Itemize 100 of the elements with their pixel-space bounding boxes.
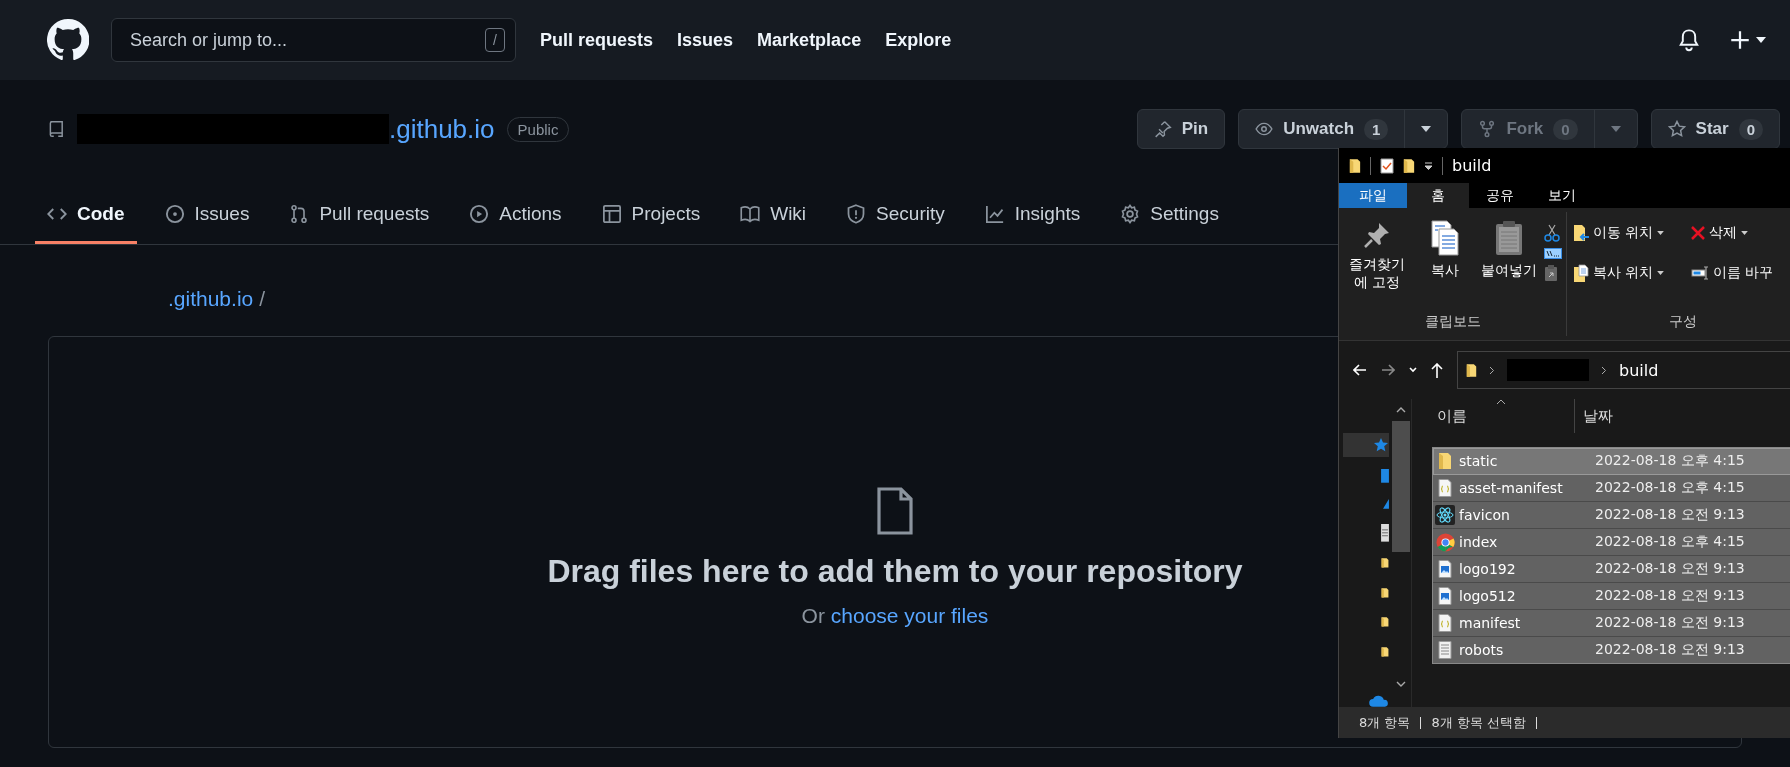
dropdown-icon[interactable]	[1424, 161, 1433, 170]
file-row[interactable]: logo512 2022-08-18 오전 9:13	[1433, 583, 1790, 610]
scroll-up-icon[interactable]	[1396, 407, 1406, 413]
shortcut-key: /	[485, 28, 505, 52]
choose-files-link[interactable]: choose your files	[830, 603, 989, 627]
pin-icon	[1153, 120, 1172, 138]
button-label: 복사	[1431, 262, 1460, 280]
file-explorer-dialog[interactable]	[1338, 148, 1790, 738]
file-date: 2022-08-18 오후 4:15	[1595, 533, 1745, 551]
back-arrow-icon[interactable]	[1353, 364, 1367, 376]
watch-button[interactable]: Unwatch 1	[1238, 109, 1449, 149]
repo-tab[interactable]: Insights	[972, 186, 1093, 244]
file-row[interactable]: favicon 2022-08-18 오전 9:13	[1433, 502, 1790, 529]
repo-link[interactable]: .github.io	[168, 287, 254, 311]
path-separator: /	[259, 287, 266, 311]
sort-caret-icon	[1496, 399, 1506, 405]
caret-icon	[1756, 37, 1766, 43]
caret-icon	[1657, 231, 1665, 235]
ribbon-button[interactable]: 삭제	[1690, 224, 1785, 242]
caret-icon	[1657, 271, 1665, 275]
scissors-icon[interactable]	[1544, 224, 1560, 242]
star-button[interactable]: Star 0	[1650, 109, 1780, 149]
drop-title: Drag files here to add them to your repository	[547, 552, 1243, 590]
ribbon-button[interactable]: 복사 위치	[1573, 264, 1677, 282]
new-folder-icon	[1403, 157, 1415, 174]
notification-bell-icon[interactable]	[1678, 28, 1700, 52]
file-row[interactable]: index 2022-08-18 오후 4:15	[1433, 529, 1790, 556]
circle-dot-icon	[164, 203, 185, 224]
forward-arrow-icon[interactable]	[1381, 364, 1395, 376]
eye-icon	[1255, 120, 1274, 138]
ribbon-button[interactable]: 이름 바꾸	[1690, 264, 1785, 282]
chevron-down-icon[interactable]	[1409, 367, 1417, 373]
ribbon-button[interactable]: 즐겨찾기에 고정	[1343, 220, 1411, 308]
counter: 0	[1553, 118, 1578, 140]
github-logo[interactable]	[47, 19, 89, 61]
up-arrow-icon[interactable]	[1431, 362, 1443, 378]
address-bar[interactable]: build	[1457, 351, 1790, 389]
file-date: 2022-08-18 오전 9:13	[1595, 587, 1745, 605]
column-header[interactable]: 날짜	[1575, 406, 1613, 426]
pin-button[interactable]: Pin	[1136, 109, 1226, 149]
repo-tab[interactable]: Security	[834, 186, 957, 244]
file-row[interactable]: manifest 2022-08-18 오전 9:13	[1433, 610, 1790, 637]
file-row[interactable]: robots 2022-08-18 오전 9:13	[1433, 637, 1790, 663]
cloud-icon[interactable]	[1369, 694, 1389, 707]
file-tab[interactable]: 파일	[1339, 183, 1407, 208]
scroll-down-icon[interactable]	[1396, 681, 1406, 687]
repo-tab[interactable]: Projects	[589, 186, 713, 244]
counter: 1	[1364, 118, 1389, 140]
repo-tab[interactable]: Code	[35, 186, 137, 244]
ribbon-tab[interactable]: 공유	[1469, 183, 1531, 208]
chevron-right-icon	[1489, 365, 1495, 375]
button-label: 복사 위치	[1593, 264, 1654, 282]
close-icon	[1690, 226, 1705, 240]
repo-tab[interactable]: Wiki	[728, 186, 819, 244]
json-file-icon	[1438, 614, 1452, 632]
file-date: 2022-08-18 오전 9:13	[1595, 614, 1745, 632]
ribbon-button[interactable]: 이동 위치	[1573, 224, 1677, 242]
nav-link[interactable]: Marketplace	[757, 29, 862, 51]
file-name: asset-manifest	[1459, 480, 1564, 496]
star-icon[interactable]	[1373, 437, 1389, 453]
repo-tab[interactable]: Actions	[457, 186, 574, 244]
caret-icon	[1740, 231, 1748, 235]
ribbon-button[interactable]: 복사	[1416, 220, 1475, 308]
button-label: Unwatch	[1283, 119, 1355, 139]
repo-tab[interactable]: Settings	[1108, 186, 1231, 244]
repo-name[interactable]: .github.io	[389, 113, 495, 145]
repo-tab[interactable]: Issues	[152, 186, 262, 244]
file-name: robots	[1459, 642, 1505, 658]
image-file-icon	[1438, 560, 1452, 578]
file-date: 2022-08-18 오전 9:13	[1595, 506, 1745, 524]
button-label: 이동 위치	[1593, 224, 1654, 242]
file-row[interactable]: logo192 2022-08-18 오전 9:13	[1433, 556, 1790, 583]
settings-icon	[1120, 203, 1141, 224]
file-row[interactable]: static 2022-08-18 오후 4:15	[1433, 448, 1790, 475]
nav-link[interactable]: Explore	[885, 29, 952, 51]
folder-copy-icon	[1573, 264, 1589, 282]
fork-icon	[1478, 120, 1497, 138]
nav-link[interactable]: Pull requests	[540, 29, 654, 51]
file-date: 2022-08-18 오후 4:15	[1595, 452, 1745, 470]
selection-count: 8개 항목 선택함	[1431, 713, 1526, 732]
ribbon-tab[interactable]: 보기	[1531, 183, 1593, 208]
copy-path-icon[interactable]	[1544, 248, 1562, 259]
file-name: favicon	[1459, 507, 1511, 523]
new-dropdown[interactable]	[1730, 30, 1766, 50]
column-header[interactable]: 이름	[1412, 399, 1575, 433]
shield-icon	[846, 203, 867, 224]
search-placeholder: Search or jump to...	[130, 29, 288, 51]
nav-link[interactable]: Issues	[677, 29, 734, 51]
document-icon[interactable]	[1381, 524, 1389, 542]
graph-icon	[984, 203, 1005, 224]
caret-icon	[1610, 126, 1621, 132]
repo-tab[interactable]: Pull requests	[277, 186, 442, 244]
ribbon-tab[interactable]: 홈	[1407, 183, 1469, 208]
ribbon-button[interactable]: 붙여넣기	[1480, 220, 1538, 308]
search-field[interactable]: Search or jump to... /	[111, 18, 516, 62]
caret-icon	[1421, 126, 1432, 132]
file-row[interactable]: asset-manifest 2022-08-18 오후 4:15	[1433, 475, 1790, 502]
play-icon	[469, 203, 490, 224]
paste-shortcut-icon[interactable]	[1544, 265, 1558, 282]
image-file-icon	[1438, 587, 1452, 605]
